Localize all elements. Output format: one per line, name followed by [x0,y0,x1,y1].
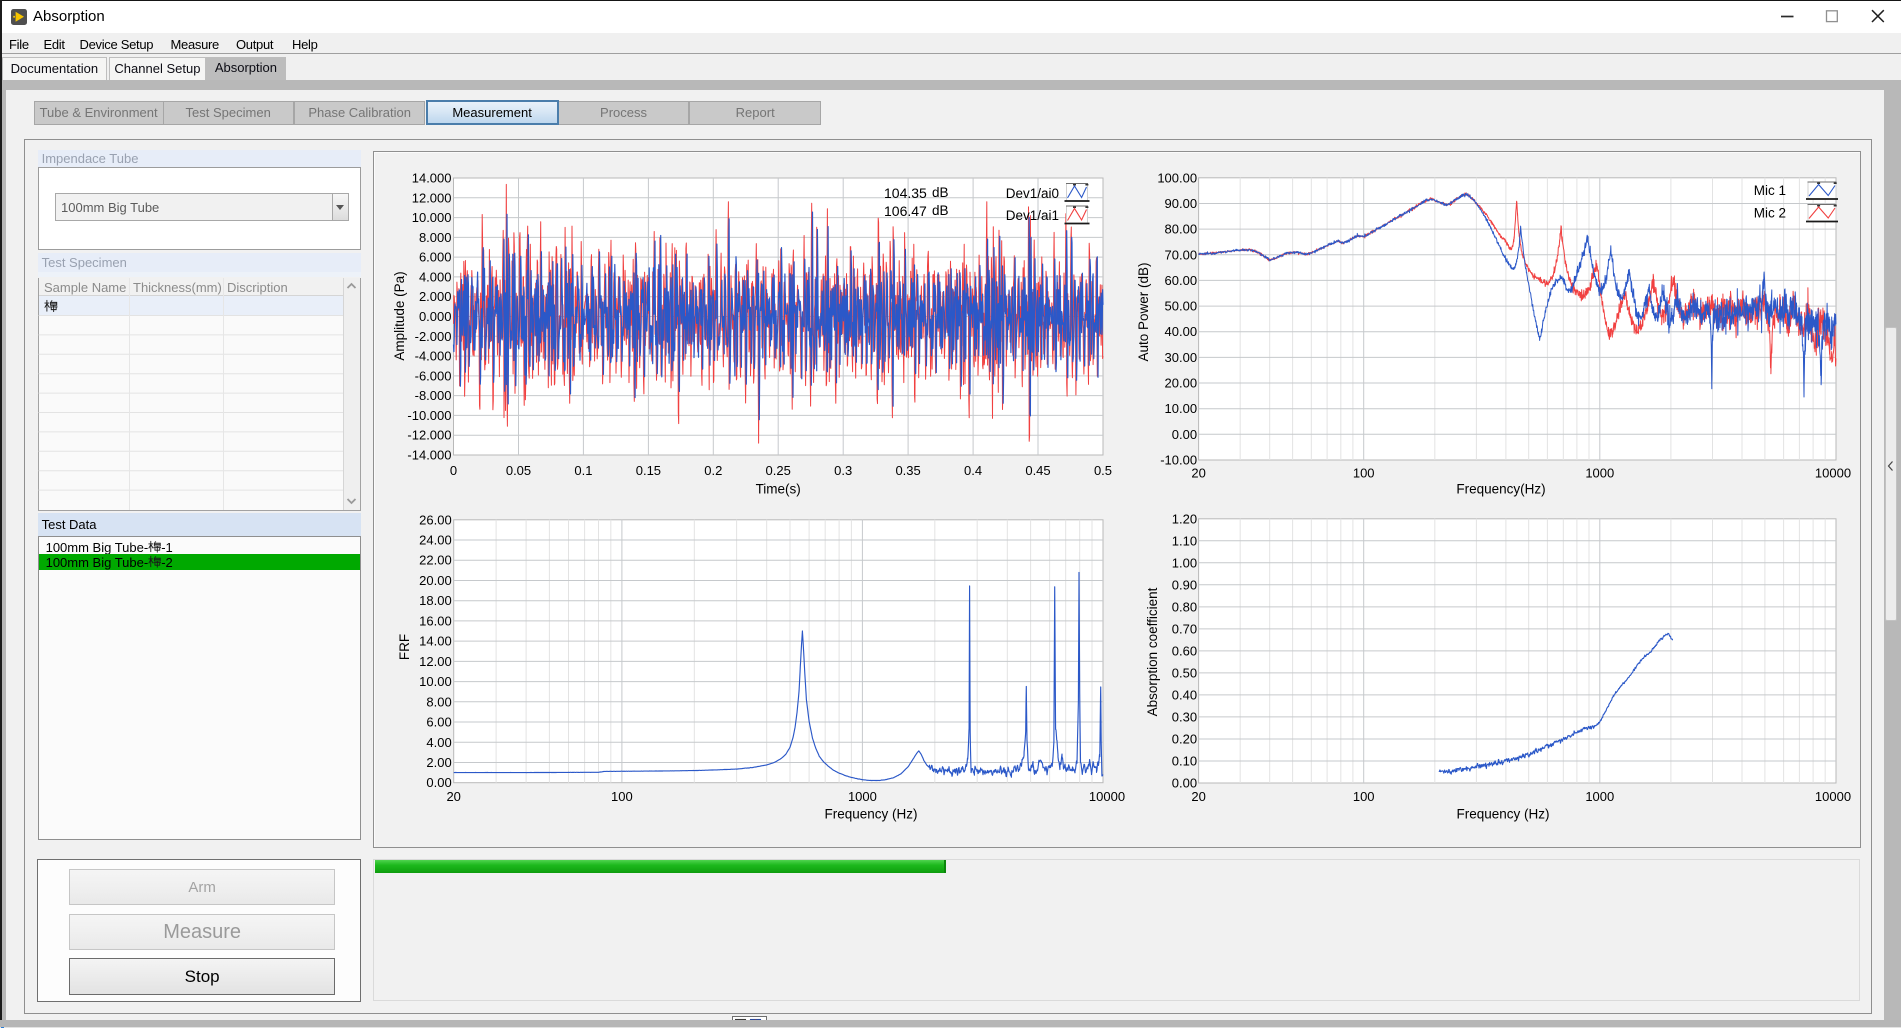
svg-text:100.00: 100.00 [1157,170,1197,185]
svg-text:0.70: 0.70 [1172,621,1197,636]
svg-text:0.4: 0.4 [964,463,982,478]
svg-text:1.00: 1.00 [1172,555,1197,570]
svg-text:-6.000: -6.000 [415,368,452,383]
svg-text:106.47: 106.47 [884,203,927,219]
svg-text:-2.000: -2.000 [415,329,452,344]
svg-text:100: 100 [611,789,633,804]
svg-text:0.00: 0.00 [426,775,451,790]
svg-text:Mic 1: Mic 1 [1754,183,1786,198]
svg-text:70.00: 70.00 [1165,247,1198,262]
svg-text:24.00: 24.00 [419,533,452,548]
svg-text:0.35: 0.35 [895,463,920,478]
svg-text:14.00: 14.00 [419,634,452,649]
svg-text:50.00: 50.00 [1165,299,1198,314]
svg-text:60.00: 60.00 [1165,273,1198,288]
svg-text:4.00: 4.00 [426,735,451,750]
svg-text:0.15: 0.15 [636,463,661,478]
svg-text:20: 20 [1191,789,1205,804]
svg-text:16.00: 16.00 [419,613,452,628]
svg-text:20.00: 20.00 [1165,376,1198,391]
svg-text:dB: dB [932,203,949,218]
svg-text:4.000: 4.000 [419,269,452,284]
svg-text:10000: 10000 [1815,789,1851,804]
svg-text:0.50: 0.50 [1172,665,1197,680]
svg-text:10000: 10000 [1089,789,1125,804]
svg-text:0.000: 0.000 [419,309,452,324]
svg-text:104.35: 104.35 [884,185,927,201]
svg-text:1000: 1000 [848,789,877,804]
svg-text:20.00: 20.00 [419,573,452,588]
svg-text:12.000: 12.000 [412,190,452,205]
svg-text:0.25: 0.25 [766,463,791,478]
svg-text:12.00: 12.00 [419,654,452,669]
svg-text:2.00: 2.00 [426,755,451,770]
svg-text:8.00: 8.00 [426,694,451,709]
svg-text:Auto Power (dB): Auto Power (dB) [1136,262,1151,361]
svg-text:100: 100 [1353,789,1375,804]
svg-text:14.000: 14.000 [412,171,452,186]
svg-text:8.000: 8.000 [419,230,452,245]
svg-text:2.000: 2.000 [419,289,452,304]
svg-text:Absorption coefficient: Absorption coefficient [1145,587,1160,716]
svg-text:-14.000: -14.000 [407,448,451,463]
svg-text:1000: 1000 [1585,466,1614,481]
svg-text:0.3: 0.3 [834,463,852,478]
svg-text:0.60: 0.60 [1172,643,1197,658]
svg-text:Time(s): Time(s) [756,482,801,497]
svg-text:0.2: 0.2 [704,463,722,478]
svg-text:10.00: 10.00 [419,674,452,689]
svg-text:0.00: 0.00 [1172,427,1197,442]
svg-text:Frequency (Hz): Frequency (Hz) [824,807,917,822]
svg-text:26.00: 26.00 [419,512,452,527]
svg-text:6.00: 6.00 [426,715,451,730]
svg-text:100: 100 [1353,466,1375,481]
svg-text:90.00: 90.00 [1165,196,1198,211]
svg-text:-12.000: -12.000 [407,428,451,443]
svg-text:0.40: 0.40 [1172,687,1197,702]
svg-text:FRF: FRF [397,634,412,660]
svg-text:20: 20 [446,789,460,804]
svg-text:-10.000: -10.000 [407,408,451,423]
svg-text:18.00: 18.00 [419,593,452,608]
svg-text:0.30: 0.30 [1172,709,1197,724]
svg-text:1000: 1000 [1585,789,1614,804]
svg-text:20: 20 [1191,466,1205,481]
svg-text:10000: 10000 [1815,466,1851,481]
svg-text:0.90: 0.90 [1172,577,1197,592]
svg-text:Dev1/ai1: Dev1/ai1 [1006,208,1059,223]
svg-text:0: 0 [450,463,457,478]
svg-text:0.10: 0.10 [1172,754,1197,769]
svg-text:dB: dB [932,185,949,200]
svg-text:Mic 2: Mic 2 [1754,206,1786,221]
svg-text:40.00: 40.00 [1165,324,1198,339]
svg-text:0.5: 0.5 [1094,463,1112,478]
svg-text:6.000: 6.000 [419,250,452,265]
svg-text:0.1: 0.1 [574,463,592,478]
svg-text:0.05: 0.05 [506,463,531,478]
svg-text:-8.000: -8.000 [415,388,452,403]
svg-text:Amplitude (Pa): Amplitude (Pa) [392,271,407,360]
svg-text:22.00: 22.00 [419,553,452,568]
svg-text:10.00: 10.00 [1165,401,1198,416]
svg-text:80.00: 80.00 [1165,222,1198,237]
svg-text:0.20: 0.20 [1172,732,1197,747]
svg-text:Frequency(Hz): Frequency(Hz) [1456,482,1545,497]
svg-text:-4.000: -4.000 [415,349,452,364]
svg-text:30.00: 30.00 [1165,350,1198,365]
svg-text:0.45: 0.45 [1025,463,1050,478]
svg-text:1.10: 1.10 [1172,533,1197,548]
svg-text:Frequency (Hz): Frequency (Hz) [1456,807,1549,822]
svg-text:0.80: 0.80 [1172,599,1197,614]
svg-text:1.20: 1.20 [1172,511,1197,526]
svg-text:10.000: 10.000 [412,210,452,225]
svg-text:Dev1/ai0: Dev1/ai0 [1006,186,1059,201]
